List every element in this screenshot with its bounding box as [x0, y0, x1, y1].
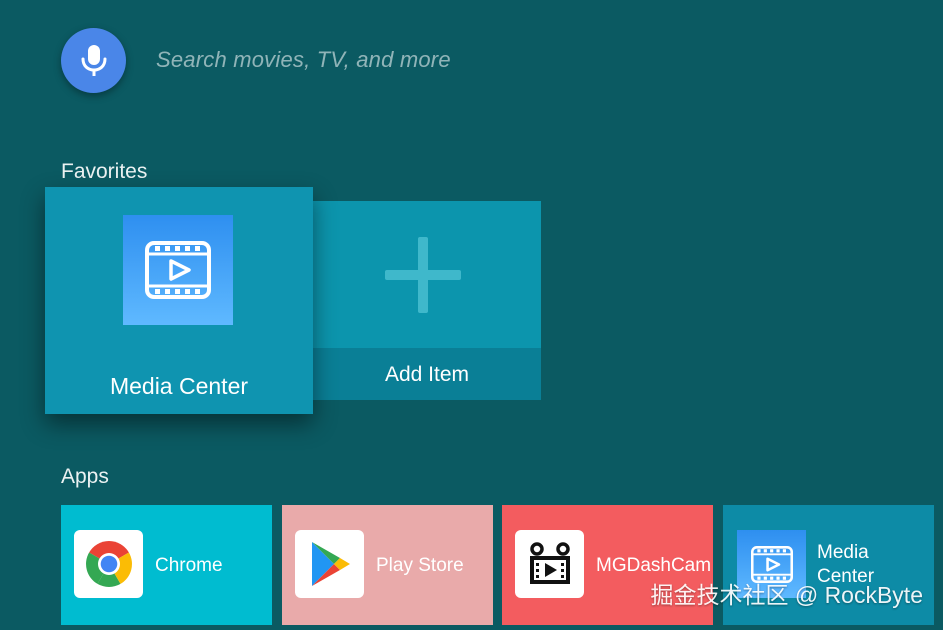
favorites-heading: Favorites: [61, 160, 148, 183]
search-placeholder[interactable]: Search movies, TV, and more: [156, 47, 451, 73]
app-tile-play-store[interactable]: Play Store: [282, 505, 493, 625]
add-item-label: Add Item: [384, 363, 470, 386]
favorite-label: Media Center: [109, 373, 249, 399]
watermark: 掘金技术社区 @ RockByte: [650, 582, 923, 608]
plus-icon: [385, 237, 461, 313]
app-label-chrome: Chrome: [155, 555, 223, 576]
media-center-icon: [123, 215, 233, 325]
dashcam-icon: [515, 530, 584, 598]
app-label-play-store: Play Store: [376, 555, 464, 576]
app-label-mgdashcam: MGDashCam: [596, 555, 712, 576]
voice-search-button[interactable]: [61, 28, 126, 93]
microphone-icon: [81, 44, 106, 76]
apps-heading: Apps: [61, 465, 109, 488]
favorite-media-center[interactable]: Media Center: [45, 187, 313, 414]
play-store-icon: [295, 530, 364, 598]
app-tile-chrome[interactable]: Chrome: [61, 505, 272, 625]
chrome-icon: [74, 530, 143, 598]
add-item-button[interactable]: Add Item: [313, 201, 541, 400]
tv-launcher-screen: Search movies, TV, and more Favorites Me…: [0, 0, 943, 630]
